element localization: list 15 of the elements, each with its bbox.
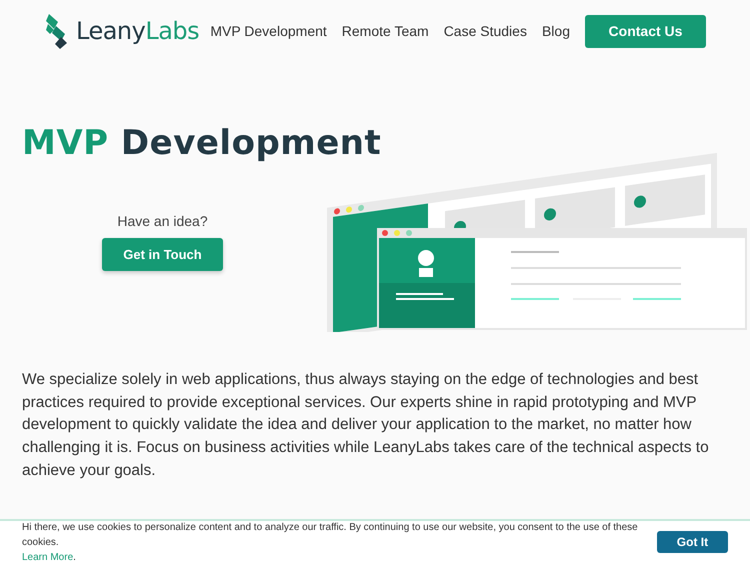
- nav-link[interactable]: Remote Team: [342, 23, 429, 39]
- page-title: MVP Development: [22, 123, 382, 163]
- prompt-text: Have an idea?: [117, 213, 208, 229]
- cookie-text: Hi there, we use cookies to personalize content and to analyze our traffic. By continuing to use our website, you consent to the use of these cookies.: [22, 522, 638, 548]
- nav-link[interactable]: Blog: [542, 23, 570, 39]
- get-in-touch-button[interactable]: Get in Touch: [102, 238, 223, 271]
- nav-link[interactable]: MVP Development: [210, 23, 327, 39]
- learn-more-link[interactable]: Learn More: [22, 552, 74, 562]
- logo-icon: [44, 12, 70, 50]
- contact-button[interactable]: Contact Us: [585, 14, 706, 48]
- got-it-button[interactable]: Got It: [656, 531, 728, 553]
- nav-link[interactable]: Case Studies: [444, 23, 527, 39]
- logo-text[interactable]: LeanyLabs: [76, 17, 200, 45]
- period-text: .: [73, 552, 76, 562]
- description-text: We specialize solely in web applications, thus always staying on the edge of technologies and best practices required to provide exceptional services. Our experts shine in rapid prototyping and MVP development to quickly validate the idea and deliver your application to the market, no matter how challenging it is. Focus on business activities while LeanyLabs takes care of the technical aspects to achieve your goals.: [22, 370, 710, 481]
